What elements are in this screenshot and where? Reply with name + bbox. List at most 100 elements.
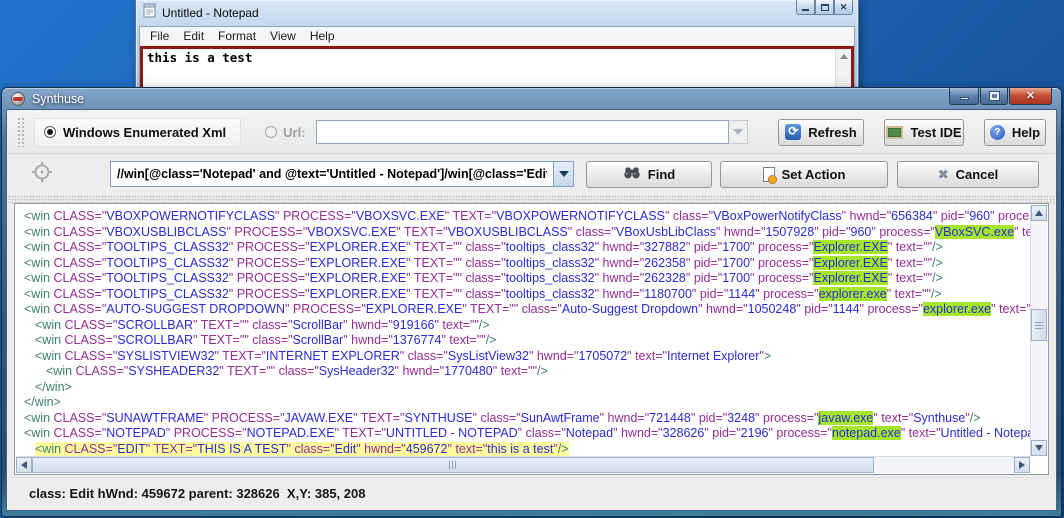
scroll-up-button[interactable] <box>1031 205 1047 221</box>
maximize-icon <box>990 92 999 100</box>
menu-help[interactable]: Help <box>303 29 342 43</box>
xml-token: SysListView32 <box>448 349 529 363</box>
notepad-titlebar[interactable]: Untitled - Notepad ✕ <box>139 0 855 26</box>
notepad-window: Untitled - Notepad ✕ File Edit Format Vi… <box>135 0 859 96</box>
xml-token: class=" <box>673 209 713 223</box>
xml-line[interactable]: </win> <box>16 395 1030 411</box>
synthuse-titlebar[interactable]: Synthuse ✕ <box>2 88 1061 109</box>
notepad-text-area[interactable]: this is a test <box>140 46 854 92</box>
element-spy-crosshair-icon[interactable] <box>32 162 52 187</box>
horizontal-scrollbar[interactable] <box>16 456 1030 473</box>
xml-token: text=" <box>449 333 481 347</box>
xpath-input[interactable] <box>110 161 554 187</box>
radio-url[interactable]: Url: <box>265 125 305 140</box>
xml-token: <win <box>24 256 54 270</box>
xml-line[interactable]: <win CLASS="TOOLTIPS_CLASS32" PROCESS="E… <box>16 271 1030 287</box>
xml-line-highlight: <win CLASS="EDIT" TEXT="THIS IS A TEST" … <box>35 442 569 456</box>
xml-line[interactable]: <win CLASS="SCROLLBAR" TEXT="" class="Sc… <box>16 333 1030 349</box>
xml-token: notepad.exe <box>832 426 901 440</box>
arrow-up-icon <box>1035 210 1043 216</box>
xml-token: 1144 <box>833 302 860 316</box>
xpath-dropdown-button[interactable] <box>554 161 574 187</box>
notepad-close-button[interactable]: ✕ <box>834 0 853 15</box>
xml-token: THIS IS A TEST <box>197 442 286 456</box>
synthuse-close-button[interactable]: ✕ <box>1009 88 1052 105</box>
synthuse-maximize-button[interactable] <box>980 88 1008 105</box>
menu-edit[interactable]: Edit <box>176 29 211 43</box>
set-action-button[interactable]: Set Action <box>720 161 888 188</box>
binoculars-icon <box>623 166 641 182</box>
xml-token: TEXT=" <box>361 411 405 425</box>
xml-token: Internet Explorer <box>667 349 759 363</box>
vertical-scroll-thumb[interactable] <box>1031 309 1047 341</box>
xml-token: hwnd=" <box>850 209 892 223</box>
scroll-left-button[interactable] <box>16 457 32 473</box>
xml-token: class=" <box>465 240 505 254</box>
xml-line[interactable]: <win CLASS="TOOLTIPS_CLASS32" PROCESS="E… <box>16 287 1030 303</box>
xml-line[interactable]: <win CLASS="EDIT" TEXT="THIS IS A TEST" … <box>16 442 1030 457</box>
xml-token: hwnd=" <box>706 302 748 316</box>
xml-token: CLASS=" <box>65 442 118 456</box>
xml-token: process=" <box>998 209 1030 223</box>
scroll-down-button[interactable] <box>1031 440 1047 456</box>
xml-line[interactable]: <win CLASS="SCROLLBAR" TEXT="" class="Sc… <box>16 318 1030 334</box>
synthuse-minimize-button[interactable] <box>949 88 979 105</box>
xml-token: <win <box>24 302 54 316</box>
menu-file[interactable]: File <box>143 29 176 43</box>
xml-token: ScrollBar <box>293 318 344 332</box>
xml-token: 1700 <box>722 271 750 285</box>
xml-token: 1376774 <box>393 333 442 347</box>
xml-token: class=" <box>576 225 616 239</box>
xml-token: Edit <box>335 442 357 456</box>
xml-token: EXPLORER.EXE <box>310 256 407 270</box>
scroll-right-button[interactable] <box>1014 457 1030 473</box>
xml-token: pid=" <box>699 411 727 425</box>
xml-line[interactable]: <win CLASS="SUNAWTFRAME" PROCESS="JAVAW.… <box>16 411 1030 427</box>
xml-token: this is a test <box>487 442 553 456</box>
xml-token: pid=" <box>712 426 740 440</box>
xml-token: 919166 <box>393 318 435 332</box>
help-button[interactable]: ? Help <box>984 119 1046 146</box>
xml-token: SYSLISTVIEW32 <box>117 349 214 363</box>
find-button[interactable]: Find <box>586 161 712 188</box>
xml-line[interactable]: <win CLASS="SYSLISTVIEW32" TEXT="INTERNE… <box>16 349 1030 365</box>
url-dropdown-button[interactable] <box>729 120 748 144</box>
cancel-button[interactable]: ✖ Cancel <box>897 161 1039 188</box>
refresh-button[interactable]: ⟳ Refresh <box>778 119 864 146</box>
horizontal-scroll-thumb[interactable] <box>32 457 874 473</box>
xml-token: <win <box>24 225 54 239</box>
xml-token: class=" <box>480 411 520 425</box>
finder-toolbar: Find Set Action ✖ Cancel <box>8 154 1055 194</box>
xml-token: SYSHEADER32 <box>128 364 219 378</box>
xml-token: pid=" <box>700 287 728 301</box>
menu-view[interactable]: View <box>263 29 303 43</box>
xml-token: VBoxUsbLibClass <box>616 225 716 239</box>
notepad-vertical-scrollbar[interactable] <box>835 49 851 89</box>
radio-url-label: Url: <box>283 125 305 140</box>
xml-line[interactable]: <win CLASS="VBOXUSBLIBCLASS" PROCESS="VB… <box>16 225 1030 241</box>
xml-token: PROCESS=" <box>174 426 247 440</box>
url-input[interactable] <box>316 120 729 144</box>
close-icon: ✕ <box>1026 91 1035 102</box>
notepad-minimize-button[interactable] <box>796 0 815 15</box>
xml-line[interactable]: <win CLASS="VBOXPOWERNOTIFYCLASS" PROCES… <box>16 209 1030 225</box>
xml-line[interactable]: <win CLASS="TOOLTIPS_CLASS32" PROCESS="E… <box>16 256 1030 272</box>
xml-token: /> <box>537 364 548 378</box>
test-ide-button[interactable]: Test IDE <box>884 119 964 146</box>
menu-format[interactable]: Format <box>211 29 263 43</box>
xml-content[interactable]: <win CLASS="VBOXPOWERNOTIFYCLASS" PROCES… <box>16 205 1030 456</box>
xml-token: TEXT=" <box>414 271 458 285</box>
radio-windows-xml[interactable]: Windows Enumerated Xml <box>34 118 241 147</box>
xml-line[interactable]: </win> <box>16 380 1030 396</box>
action-page-icon <box>763 167 775 182</box>
notepad-maximize-button[interactable] <box>815 0 834 15</box>
xml-line[interactable]: <win CLASS="AUTO-SUGGEST DROPDOWN" PROCE… <box>16 302 1030 318</box>
scroll-up-icon[interactable] <box>836 49 851 64</box>
xml-line[interactable]: <win CLASS="NOTEPAD" PROCESS="NOTEPAD.EX… <box>16 426 1030 442</box>
xml-token: hwnd=" <box>621 426 663 440</box>
chevron-down-icon <box>733 129 743 135</box>
xml-line[interactable]: <win CLASS="TOOLTIPS_CLASS32" PROCESS="E… <box>16 240 1030 256</box>
vertical-scrollbar[interactable] <box>1030 205 1047 456</box>
toolbar-grip-handle[interactable] <box>17 117 26 147</box>
xml-line[interactable]: <win CLASS="SYSHEADER32" TEXT="" class="… <box>16 364 1030 380</box>
